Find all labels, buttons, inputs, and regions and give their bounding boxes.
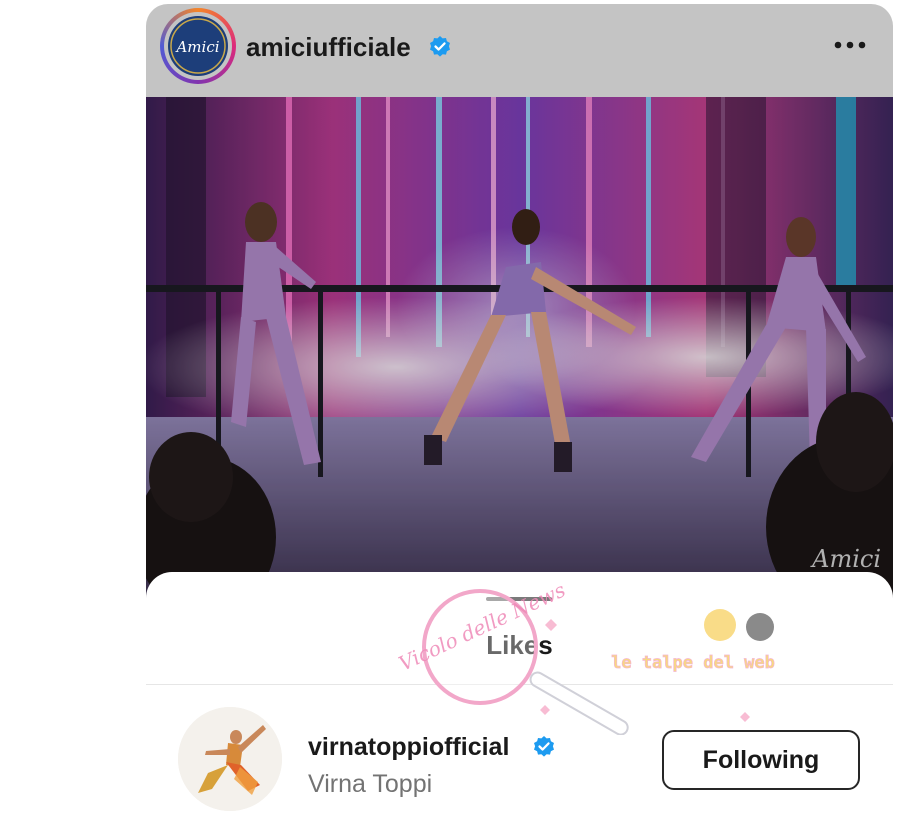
liker-username[interactable]: virnatoppiofficial (308, 733, 509, 762)
post-photo[interactable]: Amici (146, 97, 893, 600)
verified-badge-icon (428, 35, 452, 64)
instagram-post-card: Amici amiciufficiale Amici Likes virnato… (146, 4, 893, 824)
post-author-username[interactable]: amiciufficiale (246, 32, 411, 63)
sheet-grabber-handle[interactable] (486, 597, 552, 601)
liker-full-name: Virna Toppi (308, 770, 433, 798)
amici-logo: Amici (168, 16, 228, 76)
svg-text:Amici: Amici (174, 38, 219, 56)
more-horizontal-icon[interactable] (832, 38, 868, 52)
likes-sheet-title: Likes (486, 630, 553, 660)
likes-sheet: Likes virnatoppiofficial Virna Toppi Fol… (146, 572, 893, 824)
following-button[interactable]: Following (662, 730, 860, 790)
list-item[interactable]: virnatoppiofficial Virna Toppi Following (146, 685, 893, 824)
avatar[interactable] (178, 707, 282, 811)
post-header: Amici amiciufficiale (146, 4, 893, 97)
verified-badge-icon (532, 735, 556, 764)
post-author-avatar[interactable]: Amici (160, 8, 236, 84)
